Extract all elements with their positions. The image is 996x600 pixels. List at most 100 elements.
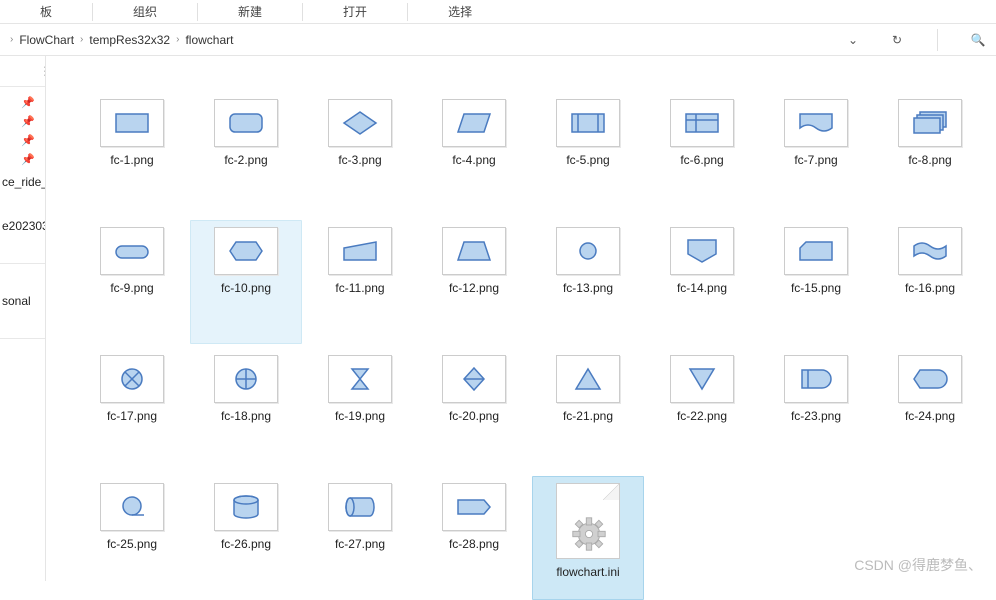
- thumbnail: [100, 483, 164, 531]
- thumbnail: [100, 99, 164, 147]
- drag-handle-icon[interactable]: ⋮: [38, 56, 46, 86]
- sidebar-item[interactable]: sonal: [0, 288, 45, 314]
- thumbnail: [784, 99, 848, 147]
- address-bar: › FlowChart › tempRes32x32 › flowchart ⌄…: [0, 24, 996, 56]
- file-name: fc-6.png: [680, 153, 723, 167]
- pin-icon[interactable]: 📌: [0, 131, 45, 150]
- file-name: fc-25.png: [107, 537, 157, 551]
- file-name: fc-26.png: [221, 537, 271, 551]
- crumb[interactable]: flowchart: [181, 33, 237, 47]
- file-item[interactable]: fc-23.png: [760, 348, 872, 472]
- thumbnail: [328, 99, 392, 147]
- thumbnail: [442, 227, 506, 275]
- file-item[interactable]: fc-19.png: [304, 348, 416, 472]
- file-name: fc-24.png: [905, 409, 955, 423]
- crumb[interactable]: tempRes32x32: [85, 33, 174, 47]
- file-name: fc-18.png: [221, 409, 271, 423]
- file-item[interactable]: fc-25.png: [76, 476, 188, 600]
- search-icon[interactable]: 🔍: [968, 30, 988, 50]
- thumbnail: [328, 483, 392, 531]
- file-item[interactable]: fc-8.png: [874, 92, 986, 216]
- file-name: fc-13.png: [563, 281, 613, 295]
- file-name: fc-17.png: [107, 409, 157, 423]
- thumbnail: [214, 227, 278, 275]
- file-item[interactable]: fc-14.png: [646, 220, 758, 344]
- chevron-right-icon: ›: [8, 34, 15, 45]
- file-item[interactable]: flowchart.ini: [532, 476, 644, 600]
- thumbnail: [784, 227, 848, 275]
- file-name: fc-20.png: [449, 409, 499, 423]
- thumbnail: [556, 355, 620, 403]
- chevron-right-icon: ›: [174, 34, 181, 45]
- file-item[interactable]: fc-21.png: [532, 348, 644, 472]
- pin-icon[interactable]: 📌: [0, 150, 45, 169]
- file-item[interactable]: fc-16.png: [874, 220, 986, 344]
- file-name: fc-27.png: [335, 537, 385, 551]
- file-item[interactable]: fc-24.png: [874, 348, 986, 472]
- file-item[interactable]: fc-2.png: [190, 92, 302, 216]
- thumbnail: [328, 227, 392, 275]
- file-name: fc-14.png: [677, 281, 727, 295]
- file-name: fc-19.png: [335, 409, 385, 423]
- file-item[interactable]: fc-13.png: [532, 220, 644, 344]
- pin-icon[interactable]: 📌: [0, 112, 45, 131]
- file-name: fc-2.png: [224, 153, 267, 167]
- thumbnail: [670, 227, 734, 275]
- file-item[interactable]: fc-1.png: [76, 92, 188, 216]
- ribbon-tab[interactable]: 选择: [408, 3, 512, 20]
- file-name: fc-16.png: [905, 281, 955, 295]
- file-name: fc-15.png: [791, 281, 841, 295]
- file-item[interactable]: fc-6.png: [646, 92, 758, 216]
- crumb[interactable]: FlowChart: [15, 33, 78, 47]
- file-item[interactable]: fc-15.png: [760, 220, 872, 344]
- file-grid[interactable]: fc-1.png fc-2.png fc-3.png fc-4.png fc-5…: [46, 56, 996, 581]
- file-item[interactable]: fc-17.png: [76, 348, 188, 472]
- file-item[interactable]: fc-27.png: [304, 476, 416, 600]
- thumbnail: [214, 355, 278, 403]
- file-name: fc-1.png: [110, 153, 153, 167]
- file-item[interactable]: fc-26.png: [190, 476, 302, 600]
- thumbnail: [556, 99, 620, 147]
- file-item[interactable]: fc-11.png: [304, 220, 416, 344]
- thumbnail: [328, 355, 392, 403]
- thumbnail: [214, 99, 278, 147]
- ribbon-tab[interactable]: 打开: [303, 3, 407, 20]
- file-name: fc-28.png: [449, 537, 499, 551]
- sidebar-item[interactable]: e2023031: [0, 213, 45, 239]
- thumbnail: [442, 483, 506, 531]
- file-name: fc-4.png: [452, 153, 495, 167]
- file-item[interactable]: fc-5.png: [532, 92, 644, 216]
- thumbnail: [100, 227, 164, 275]
- navigation-sidebar: ⋮ 📌 📌 📌 📌 ce_ride_( e2023031 sonal: [0, 56, 46, 581]
- file-item[interactable]: fc-7.png: [760, 92, 872, 216]
- file-name: fc-12.png: [449, 281, 499, 295]
- ribbon-tab[interactable]: 组织: [93, 3, 197, 20]
- thumbnail: [214, 483, 278, 531]
- thumbnail: [898, 99, 962, 147]
- pin-icon[interactable]: 📌: [0, 93, 45, 112]
- file-name: fc-11.png: [335, 281, 384, 295]
- file-item[interactable]: fc-12.png: [418, 220, 530, 344]
- file-item[interactable]: fc-20.png: [418, 348, 530, 472]
- thumbnail: [898, 227, 962, 275]
- sidebar-item[interactable]: ce_ride_(: [0, 169, 45, 195]
- dropdown-icon[interactable]: ⌄: [843, 30, 863, 50]
- file-name: fc-3.png: [338, 153, 381, 167]
- file-item[interactable]: fc-18.png: [190, 348, 302, 472]
- breadcrumb[interactable]: › FlowChart › tempRes32x32 › flowchart: [8, 33, 843, 47]
- file-item[interactable]: fc-4.png: [418, 92, 530, 216]
- file-name: fc-8.png: [908, 153, 951, 167]
- ribbon-tabs: 板 组织 新建 打开 选择: [0, 0, 996, 24]
- ribbon-tab[interactable]: 板: [0, 3, 92, 20]
- thumbnail: [670, 99, 734, 147]
- file-item[interactable]: fc-22.png: [646, 348, 758, 472]
- file-item[interactable]: fc-28.png: [418, 476, 530, 600]
- refresh-icon[interactable]: ↻: [887, 30, 907, 50]
- ribbon-tab[interactable]: 新建: [198, 3, 302, 20]
- file-item[interactable]: fc-9.png: [76, 220, 188, 344]
- chevron-right-icon: ›: [78, 34, 85, 45]
- file-item[interactable]: fc-3.png: [304, 92, 416, 216]
- file-item[interactable]: fc-10.png: [190, 220, 302, 344]
- file-name: fc-9.png: [110, 281, 153, 295]
- thumbnail: [670, 355, 734, 403]
